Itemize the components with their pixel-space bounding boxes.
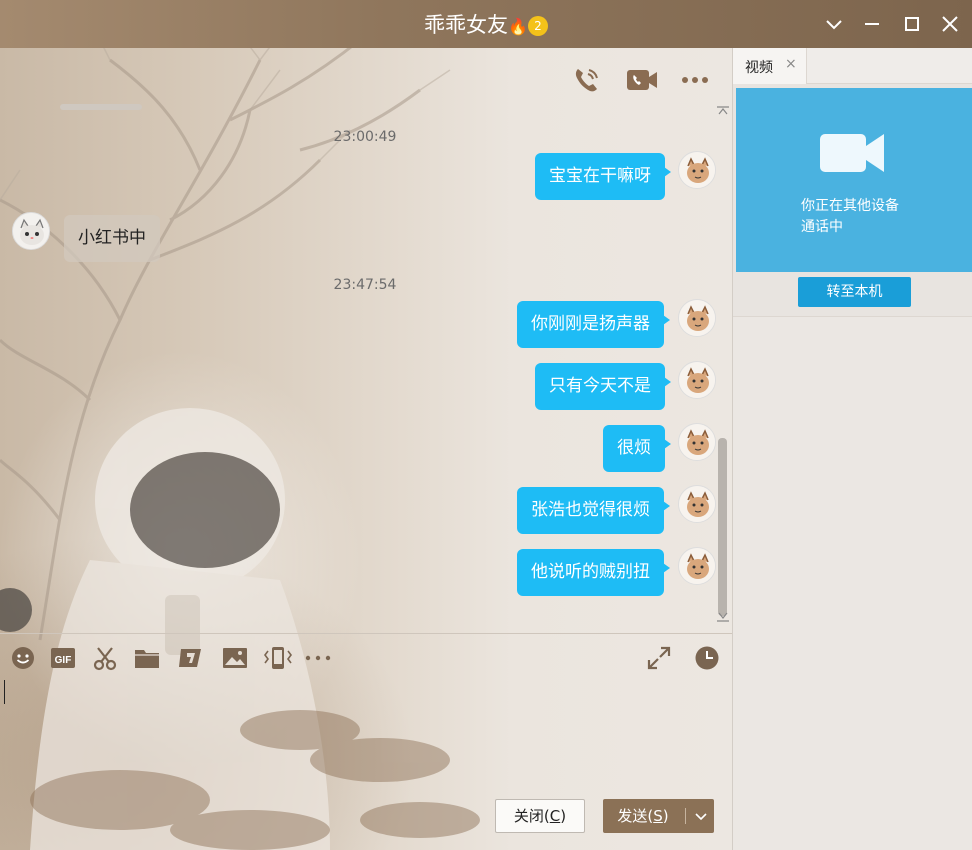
transfer-to-this-device-button[interactable]: 转至本机 xyxy=(798,277,911,307)
outgoing-message[interactable]: 张浩也觉得很烦 xyxy=(517,487,670,534)
history-clock-icon[interactable] xyxy=(694,645,720,671)
scroll-down-arrow-icon[interactable] xyxy=(716,612,730,625)
vibrate-icon[interactable] xyxy=(263,645,292,671)
outgoing-message[interactable]: 只有今天不是 xyxy=(535,363,671,410)
video-camera-icon xyxy=(820,134,884,172)
close-icon[interactable] xyxy=(936,10,964,38)
tab-close-icon[interactable]: × xyxy=(785,56,797,72)
tab-video-label: 视频 xyxy=(745,60,773,76)
my-avatar[interactable] xyxy=(678,299,716,337)
tab-video[interactable]: 视频 × xyxy=(733,48,807,84)
send-button-label[interactable]: 发送(S) xyxy=(603,799,683,833)
voice-call-icon[interactable] xyxy=(570,64,602,96)
video-call-icon[interactable] xyxy=(626,64,658,96)
image-icon[interactable] xyxy=(222,645,248,671)
expand-icon[interactable] xyxy=(646,645,672,671)
close-button-label: 关闭( xyxy=(513,807,550,825)
outgoing-message[interactable]: 你刚刚是扬声器 xyxy=(517,301,670,348)
flame-icon: 🔥 xyxy=(508,17,528,36)
level-star-icon: 2 xyxy=(527,16,548,36)
send-label-text: 发送( xyxy=(617,807,654,825)
input-divider xyxy=(0,633,732,634)
more-tools-icon[interactable] xyxy=(305,645,331,671)
scissors-icon[interactable] xyxy=(92,645,118,671)
send-label-end: ) xyxy=(662,807,669,825)
my-avatar[interactable] xyxy=(678,485,716,523)
scrollbar-thumb[interactable] xyxy=(718,438,727,616)
video-side-panel: 视频 × 你正在其他设备 通话中 转至本机 xyxy=(732,48,972,850)
screen-share-icon[interactable] xyxy=(178,645,204,671)
chevron-down-icon[interactable] xyxy=(820,10,848,38)
message-timestamp: 23:00:49 xyxy=(333,129,397,145)
outgoing-message[interactable]: 很烦 xyxy=(603,425,671,472)
more-options-icon[interactable] xyxy=(680,64,712,96)
my-avatar[interactable] xyxy=(678,151,716,189)
call-status-line2: 通话中 xyxy=(801,219,843,235)
send-button[interactable]: 发送(S) xyxy=(603,799,714,833)
my-avatar[interactable] xyxy=(678,361,716,399)
text-input-cursor[interactable] xyxy=(4,680,5,704)
contact-name: 乖乖女友 xyxy=(424,13,509,37)
contact-avatar[interactable] xyxy=(12,212,50,250)
send-separator xyxy=(685,808,686,824)
send-options-chevron-icon[interactable] xyxy=(687,799,714,833)
close-button-label-end: ) xyxy=(560,807,567,825)
close-shortcut-key: C xyxy=(549,807,561,825)
side-panel-empty-area xyxy=(733,316,972,850)
my-avatar[interactable] xyxy=(678,423,716,461)
side-panel-tabs: 视频 × xyxy=(733,48,972,84)
title-bar: 乖乖女友🔥 2 xyxy=(0,0,972,48)
call-status-message: 你正在其他设备 通话中 xyxy=(801,196,899,238)
call-status-line1: 你正在其他设备 xyxy=(801,198,899,214)
send-shortcut-key: S xyxy=(653,807,663,825)
scroll-up-arrow-icon[interactable] xyxy=(716,105,730,118)
maximize-icon[interactable] xyxy=(898,10,926,38)
loading-indicator xyxy=(60,104,142,110)
my-avatar[interactable] xyxy=(678,547,716,585)
minimize-icon[interactable] xyxy=(858,10,886,38)
gif-icon[interactable]: GIF xyxy=(50,645,76,671)
emoji-icon[interactable] xyxy=(10,645,36,671)
message-timestamp: 23:47:54 xyxy=(333,277,397,293)
svg-text:GIF: GIF xyxy=(55,655,72,666)
video-call-box: 你正在其他设备 通话中 xyxy=(736,88,972,272)
folder-icon[interactable] xyxy=(134,645,160,671)
outgoing-message[interactable]: 宝宝在干嘛呀 xyxy=(535,153,671,200)
incoming-message[interactable]: 小红书中 xyxy=(64,215,160,262)
close-button[interactable]: 关闭(C) xyxy=(495,799,585,833)
outgoing-message[interactable]: 他说听的贼别扭 xyxy=(517,549,670,596)
